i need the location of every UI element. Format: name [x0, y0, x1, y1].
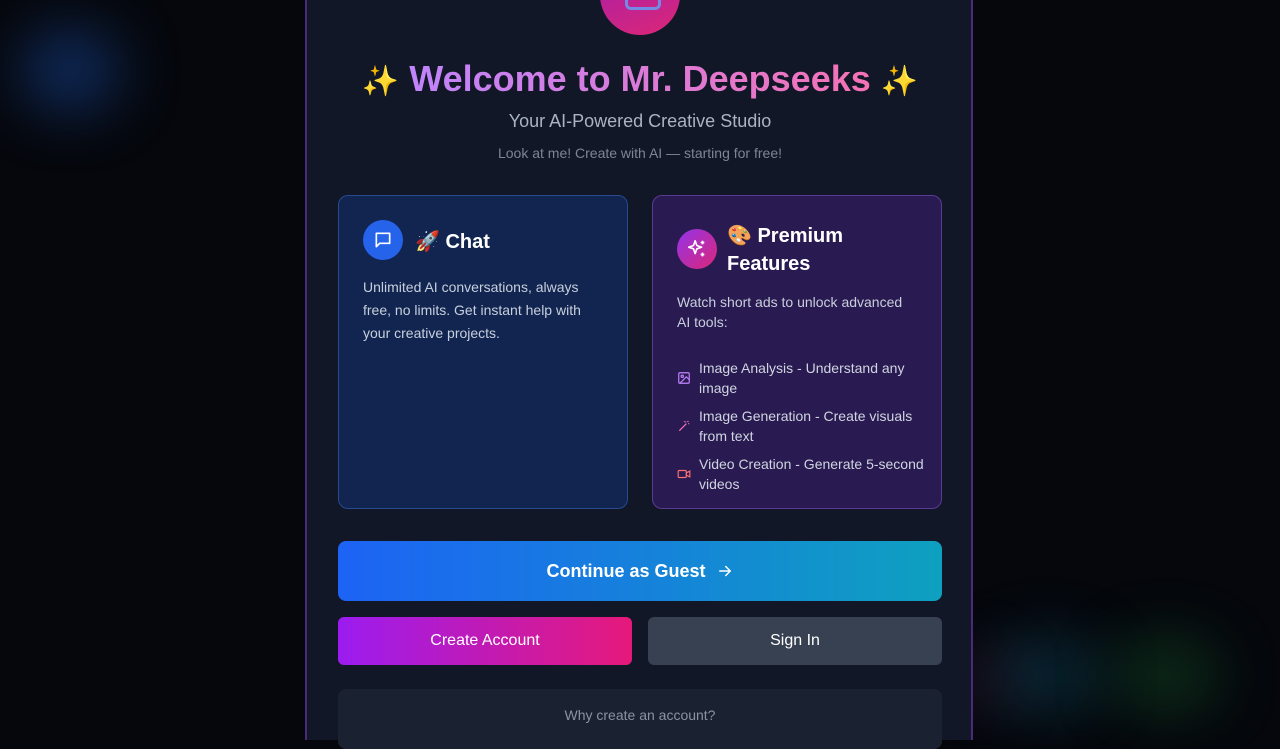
arrow-right-icon — [716, 562, 734, 580]
video-icon — [677, 467, 691, 481]
welcome-tagline: Look at me! Create with AI — starting fo… — [0, 145, 1280, 161]
feature-image-generation: Image Generation - Create visuals from t… — [677, 406, 927, 446]
sign-in-button[interactable]: Sign In — [648, 617, 942, 665]
chat-card-description: Unlimited AI conversations, always free,… — [363, 276, 603, 345]
chat-card-title: 🚀 Chat — [415, 229, 490, 254]
sparkle-right-icon: ✨ — [881, 65, 918, 98]
welcome-title: ✨ Welcome to Mr. Deepseeks ✨ — [0, 58, 1280, 100]
feature-image-analysis: Image Analysis - Understand any image — [677, 358, 927, 398]
sparkles-icon — [677, 229, 717, 269]
why-create-account-section[interactable]: Why create an account? — [338, 689, 942, 749]
sparkle-left-icon: ✨ — [362, 65, 399, 98]
feature-label: Video Creation - Generate 5-second video… — [699, 454, 927, 494]
background-glow-green — [1110, 640, 1220, 710]
wand-icon — [677, 419, 691, 433]
create-account-button[interactable]: Create Account — [338, 617, 632, 665]
continue-as-guest-button[interactable]: Continue as Guest — [338, 541, 942, 601]
welcome-subtitle: Your AI-Powered Creative Studio — [0, 111, 1280, 132]
chat-card: 🚀 Chat Unlimited AI conversations, alway… — [338, 195, 628, 509]
feature-label: Image Generation - Create visuals from t… — [699, 406, 927, 446]
premium-card: 🎨 Premium Features Watch short ads to un… — [652, 195, 942, 509]
premium-card-title: 🎨 Premium Features — [727, 222, 877, 278]
feature-video-creation: Video Creation - Generate 5-second video… — [677, 454, 927, 494]
logo-glyph-icon — [625, 0, 661, 10]
continue-as-guest-label: Continue as Guest — [546, 561, 705, 582]
feature-label: Image Analysis - Understand any image — [699, 358, 927, 398]
message-square-icon — [363, 220, 403, 260]
welcome-title-text: Welcome to Mr. Deepseeks — [409, 58, 871, 99]
premium-card-description: Watch short ads to unlock advanced AI to… — [677, 292, 917, 332]
why-create-account-label: Why create an account? — [565, 707, 716, 723]
image-icon — [677, 371, 691, 385]
